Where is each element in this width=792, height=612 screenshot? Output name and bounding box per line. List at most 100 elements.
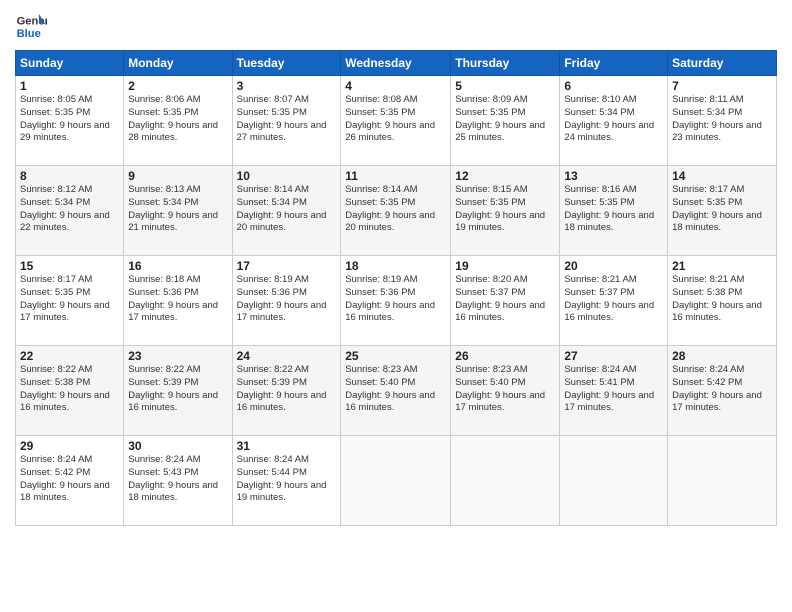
day-cell: 18 Sunrise: 8:19 AM Sunset: 5:36 PM Dayl… [341,256,451,346]
day-info: Sunrise: 8:23 AM Sunset: 5:40 PM Dayligh… [345,364,446,415]
day-info: Sunrise: 8:14 AM Sunset: 5:35 PM Dayligh… [345,184,446,235]
day-info: Sunrise: 8:22 AM Sunset: 5:38 PM Dayligh… [20,364,119,415]
day-number: 4 [345,79,446,93]
day-info: Sunrise: 8:10 AM Sunset: 5:34 PM Dayligh… [564,94,663,145]
day-cell: 24 Sunrise: 8:22 AM Sunset: 5:39 PM Dayl… [232,346,341,436]
weekday-sunday: Sunday [16,51,124,76]
weekday-monday: Monday [124,51,232,76]
calendar-body: 1 Sunrise: 8:05 AM Sunset: 5:35 PM Dayli… [16,76,777,526]
day-cell: 6 Sunrise: 8:10 AM Sunset: 5:34 PM Dayli… [560,76,668,166]
day-info: Sunrise: 8:24 AM Sunset: 5:42 PM Dayligh… [672,364,772,415]
day-number: 28 [672,349,772,363]
day-number: 14 [672,169,772,183]
day-cell: 20 Sunrise: 8:21 AM Sunset: 5:37 PM Dayl… [560,256,668,346]
day-number: 10 [237,169,337,183]
day-number: 15 [20,259,119,273]
day-info: Sunrise: 8:24 AM Sunset: 5:44 PM Dayligh… [237,454,337,505]
weekday-thursday: Thursday [451,51,560,76]
day-number: 29 [20,439,119,453]
svg-text:Blue: Blue [17,28,41,40]
day-number: 22 [20,349,119,363]
day-number: 24 [237,349,337,363]
day-info: Sunrise: 8:16 AM Sunset: 5:35 PM Dayligh… [564,184,663,235]
day-info: Sunrise: 8:23 AM Sunset: 5:40 PM Dayligh… [455,364,555,415]
day-cell: 14 Sunrise: 8:17 AM Sunset: 5:35 PM Dayl… [668,166,777,256]
day-info: Sunrise: 8:24 AM Sunset: 5:41 PM Dayligh… [564,364,663,415]
logo: General Blue [15,10,47,42]
header: General Blue [15,10,777,42]
day-info: Sunrise: 8:19 AM Sunset: 5:36 PM Dayligh… [345,274,446,325]
day-number: 26 [455,349,555,363]
day-info: Sunrise: 8:17 AM Sunset: 5:35 PM Dayligh… [672,184,772,235]
day-number: 9 [128,169,227,183]
weekday-tuesday: Tuesday [232,51,341,76]
day-info: Sunrise: 8:13 AM Sunset: 5:34 PM Dayligh… [128,184,227,235]
day-cell: 12 Sunrise: 8:15 AM Sunset: 5:35 PM Dayl… [451,166,560,256]
day-cell: 31 Sunrise: 8:24 AM Sunset: 5:44 PM Dayl… [232,436,341,526]
day-info: Sunrise: 8:22 AM Sunset: 5:39 PM Dayligh… [237,364,337,415]
day-info: Sunrise: 8:21 AM Sunset: 5:37 PM Dayligh… [564,274,663,325]
day-number: 13 [564,169,663,183]
day-cell: 27 Sunrise: 8:24 AM Sunset: 5:41 PM Dayl… [560,346,668,436]
logo-icon: General Blue [15,10,47,42]
day-cell: 4 Sunrise: 8:08 AM Sunset: 5:35 PM Dayli… [341,76,451,166]
day-number: 3 [237,79,337,93]
day-number: 30 [128,439,227,453]
day-info: Sunrise: 8:18 AM Sunset: 5:36 PM Dayligh… [128,274,227,325]
day-info: Sunrise: 8:17 AM Sunset: 5:35 PM Dayligh… [20,274,119,325]
day-cell [668,436,777,526]
day-cell: 21 Sunrise: 8:21 AM Sunset: 5:38 PM Dayl… [668,256,777,346]
week-row-4: 22 Sunrise: 8:22 AM Sunset: 5:38 PM Dayl… [16,346,777,436]
week-row-5: 29 Sunrise: 8:24 AM Sunset: 5:42 PM Dayl… [16,436,777,526]
day-number: 21 [672,259,772,273]
day-cell: 29 Sunrise: 8:24 AM Sunset: 5:42 PM Dayl… [16,436,124,526]
day-info: Sunrise: 8:24 AM Sunset: 5:42 PM Dayligh… [20,454,119,505]
day-number: 25 [345,349,446,363]
day-cell: 5 Sunrise: 8:09 AM Sunset: 5:35 PM Dayli… [451,76,560,166]
day-number: 31 [237,439,337,453]
day-cell: 3 Sunrise: 8:07 AM Sunset: 5:35 PM Dayli… [232,76,341,166]
day-number: 16 [128,259,227,273]
day-number: 5 [455,79,555,93]
day-cell: 23 Sunrise: 8:22 AM Sunset: 5:39 PM Dayl… [124,346,232,436]
day-cell: 25 Sunrise: 8:23 AM Sunset: 5:40 PM Dayl… [341,346,451,436]
day-info: Sunrise: 8:07 AM Sunset: 5:35 PM Dayligh… [237,94,337,145]
week-row-1: 1 Sunrise: 8:05 AM Sunset: 5:35 PM Dayli… [16,76,777,166]
day-cell: 13 Sunrise: 8:16 AM Sunset: 5:35 PM Dayl… [560,166,668,256]
day-info: Sunrise: 8:24 AM Sunset: 5:43 PM Dayligh… [128,454,227,505]
day-cell: 11 Sunrise: 8:14 AM Sunset: 5:35 PM Dayl… [341,166,451,256]
day-info: Sunrise: 8:11 AM Sunset: 5:34 PM Dayligh… [672,94,772,145]
day-cell: 7 Sunrise: 8:11 AM Sunset: 5:34 PM Dayli… [668,76,777,166]
day-cell: 17 Sunrise: 8:19 AM Sunset: 5:36 PM Dayl… [232,256,341,346]
day-cell: 22 Sunrise: 8:22 AM Sunset: 5:38 PM Dayl… [16,346,124,436]
day-info: Sunrise: 8:20 AM Sunset: 5:37 PM Dayligh… [455,274,555,325]
day-cell: 16 Sunrise: 8:18 AM Sunset: 5:36 PM Dayl… [124,256,232,346]
day-number: 23 [128,349,227,363]
day-cell: 30 Sunrise: 8:24 AM Sunset: 5:43 PM Dayl… [124,436,232,526]
week-row-2: 8 Sunrise: 8:12 AM Sunset: 5:34 PM Dayli… [16,166,777,256]
day-cell: 10 Sunrise: 8:14 AM Sunset: 5:34 PM Dayl… [232,166,341,256]
day-cell [451,436,560,526]
day-info: Sunrise: 8:08 AM Sunset: 5:35 PM Dayligh… [345,94,446,145]
day-number: 6 [564,79,663,93]
day-cell [341,436,451,526]
day-cell: 19 Sunrise: 8:20 AM Sunset: 5:37 PM Dayl… [451,256,560,346]
day-info: Sunrise: 8:21 AM Sunset: 5:38 PM Dayligh… [672,274,772,325]
day-info: Sunrise: 8:19 AM Sunset: 5:36 PM Dayligh… [237,274,337,325]
day-cell [560,436,668,526]
day-number: 2 [128,79,227,93]
day-cell: 2 Sunrise: 8:06 AM Sunset: 5:35 PM Dayli… [124,76,232,166]
day-cell: 15 Sunrise: 8:17 AM Sunset: 5:35 PM Dayl… [16,256,124,346]
day-number: 19 [455,259,555,273]
day-info: Sunrise: 8:22 AM Sunset: 5:39 PM Dayligh… [128,364,227,415]
day-number: 17 [237,259,337,273]
day-cell: 8 Sunrise: 8:12 AM Sunset: 5:34 PM Dayli… [16,166,124,256]
day-cell: 28 Sunrise: 8:24 AM Sunset: 5:42 PM Dayl… [668,346,777,436]
day-cell: 26 Sunrise: 8:23 AM Sunset: 5:40 PM Dayl… [451,346,560,436]
calendar: SundayMondayTuesdayWednesdayThursdayFrid… [15,50,777,526]
day-info: Sunrise: 8:09 AM Sunset: 5:35 PM Dayligh… [455,94,555,145]
day-info: Sunrise: 8:15 AM Sunset: 5:35 PM Dayligh… [455,184,555,235]
day-number: 7 [672,79,772,93]
day-info: Sunrise: 8:14 AM Sunset: 5:34 PM Dayligh… [237,184,337,235]
day-number: 8 [20,169,119,183]
